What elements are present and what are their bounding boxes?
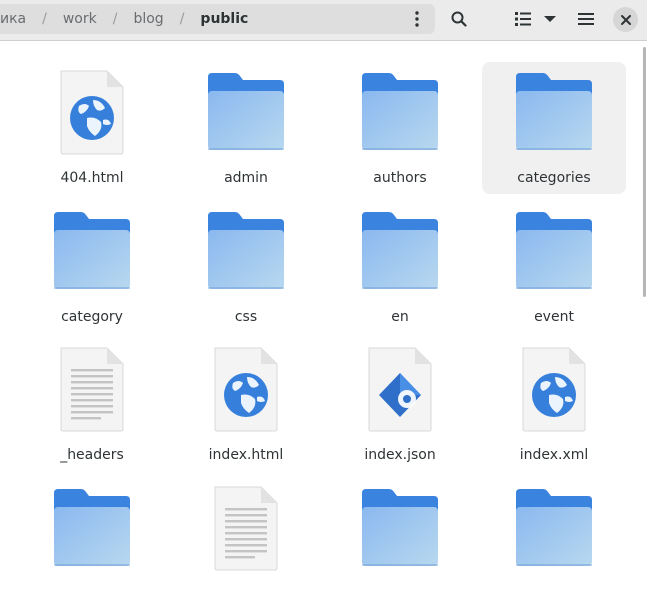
- search-button[interactable]: [446, 6, 472, 32]
- folder-icon: [328, 478, 472, 578]
- close-icon: [620, 14, 631, 25]
- folder-item[interactable]: en: [328, 201, 472, 333]
- folder-icon: [174, 201, 318, 301]
- path-bar: ика / work / blog / public: [0, 4, 435, 34]
- item-label: event: [534, 309, 574, 325]
- folder-icon: [482, 62, 626, 162]
- item-label: index.xml: [519, 447, 589, 463]
- item-label: _headers: [60, 447, 124, 463]
- folder-item[interactable]: event: [482, 201, 626, 333]
- scrollbar-thumb[interactable]: [643, 47, 646, 297]
- text-file-icon: [174, 478, 318, 578]
- folder-item[interactable]: admin: [174, 62, 318, 194]
- list-view-icon: [515, 12, 531, 26]
- breadcrumb-separator: /: [179, 11, 185, 27]
- close-button[interactable]: [613, 7, 638, 32]
- breadcrumb-work[interactable]: work: [55, 11, 105, 27]
- folder-icon: [482, 201, 626, 301]
- folder-item[interactable]: [20, 478, 164, 610]
- search-icon: [451, 11, 467, 27]
- main-menu-button[interactable]: [573, 6, 599, 32]
- folder-item[interactable]: authors: [328, 62, 472, 194]
- item-label: en: [391, 309, 409, 325]
- folder-item[interactable]: css: [174, 201, 318, 333]
- file-grid: 404.html admin authors categories category cs…: [0, 41, 640, 571]
- folder-icon: [482, 478, 626, 578]
- file-item[interactable]: [174, 478, 318, 610]
- item-label: 404.html: [60, 170, 124, 186]
- file-item[interactable]: index.html: [174, 339, 318, 471]
- item-label: category: [61, 309, 123, 325]
- scrollbar[interactable]: [641, 41, 647, 541]
- folder-icon: [174, 62, 318, 162]
- view-options-button[interactable]: [538, 6, 562, 32]
- hamburger-menu-icon: [578, 13, 594, 25]
- vertical-dots-icon: [415, 11, 419, 27]
- breadcrumb-separator: /: [42, 11, 47, 27]
- folder-icon: [328, 62, 472, 162]
- html-file-icon: [20, 62, 164, 162]
- file-item[interactable]: _headers: [20, 339, 164, 471]
- item-label: admin: [224, 170, 268, 186]
- folder-item[interactable]: category: [20, 201, 164, 333]
- item-label: index.json: [364, 447, 436, 463]
- file-item[interactable]: 404.html: [20, 62, 164, 194]
- file-item[interactable]: index.json: [328, 339, 472, 471]
- folder-item[interactable]: [482, 478, 626, 610]
- chevron-down-icon: [544, 16, 556, 22]
- json-file-icon: [328, 339, 472, 439]
- file-item[interactable]: index.xml: [482, 339, 626, 471]
- breadcrumb-home[interactable]: ика: [0, 11, 34, 27]
- item-label: index.html: [208, 447, 284, 463]
- item-label: categories: [517, 170, 591, 186]
- folder-item[interactable]: [328, 478, 472, 610]
- header-bar: ика / work / blog / public: [0, 0, 647, 41]
- breadcrumb-public[interactable]: public: [192, 11, 256, 27]
- folder-icon: [328, 201, 472, 301]
- html-file-icon: [174, 339, 318, 439]
- breadcrumb-separator: /: [112, 11, 118, 27]
- folder-icon: [20, 201, 164, 301]
- path-menu-button[interactable]: [405, 4, 429, 34]
- item-label: authors: [373, 170, 427, 186]
- view-toggle-button[interactable]: [509, 6, 537, 32]
- text-file-icon: [20, 339, 164, 439]
- folder-item[interactable]: categories: [482, 62, 626, 194]
- breadcrumb-blog[interactable]: blog: [125, 11, 171, 27]
- folder-icon: [20, 478, 164, 578]
- html-file-icon: [482, 339, 626, 439]
- item-label: css: [234, 309, 258, 325]
